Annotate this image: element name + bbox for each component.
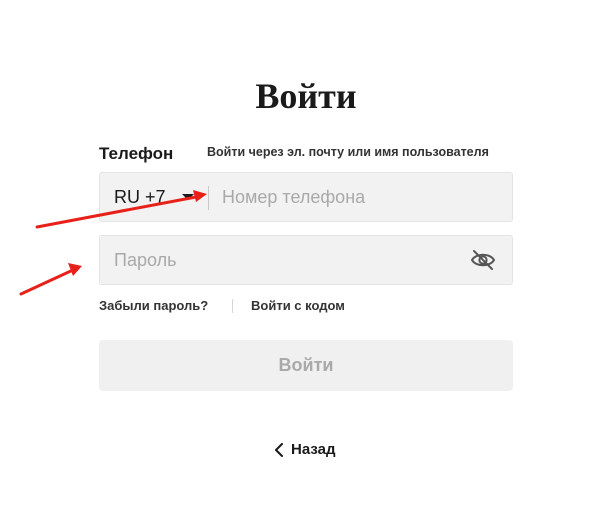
- caret-down-icon: [182, 194, 194, 200]
- login-button[interactable]: Войти: [99, 340, 513, 391]
- chevron-left-icon: [274, 443, 284, 457]
- field-divider: [208, 186, 209, 210]
- password-field: [99, 235, 513, 285]
- phone-label: Телефон: [99, 144, 174, 163]
- links-divider: [232, 299, 233, 313]
- back-label: Назад: [291, 441, 336, 458]
- page-title: Войти: [255, 76, 357, 116]
- country-code-value: RU +7: [114, 187, 166, 207]
- forgot-password-link[interactable]: Забыли пароль?: [99, 297, 208, 315]
- email-or-username-login-link[interactable]: Войти через эл. почту или имя пользовате…: [207, 143, 489, 161]
- login-with-code-link[interactable]: Войти с кодом: [251, 297, 345, 315]
- phone-field: RU +7: [99, 172, 513, 222]
- country-code-select[interactable]: RU +7: [100, 173, 208, 221]
- password-input[interactable]: [100, 236, 460, 284]
- annotation-arrow-password: [19, 263, 82, 296]
- phone-number-input[interactable]: [212, 173, 508, 221]
- eye-off-icon[interactable]: [470, 248, 496, 272]
